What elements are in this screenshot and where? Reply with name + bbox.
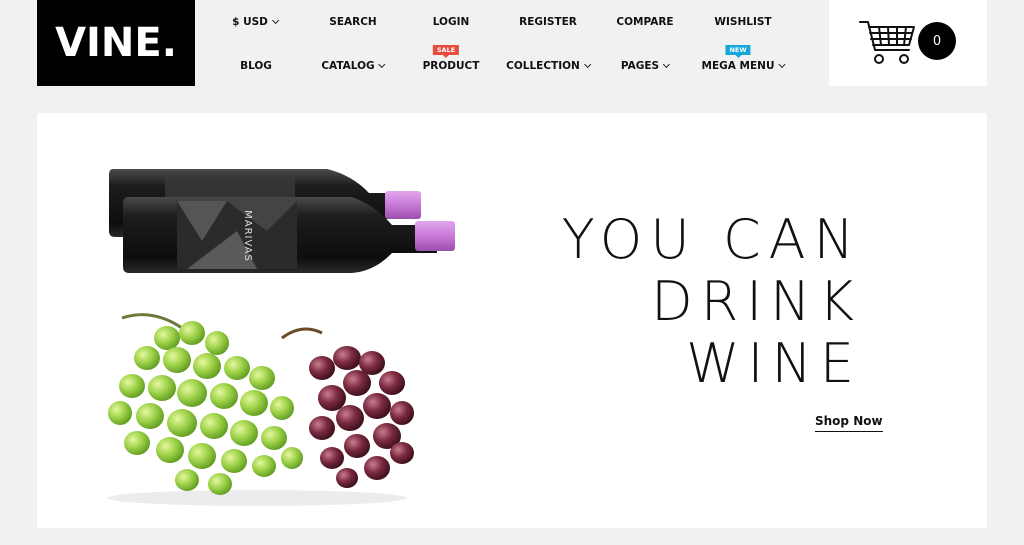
compare-label: COMPARE [616,16,674,28]
bottle-label-text: MARIVAS [242,210,253,262]
chevron-down-icon [583,60,591,69]
currency-selector[interactable]: $ USD [232,16,279,28]
compare-link[interactable]: COMPARE [616,16,673,28]
logo-text: VINE. [55,20,177,66]
chevron-down-icon [663,60,671,69]
nav-blog[interactable]: BLOG [240,60,272,72]
wine-bottles-image: MARIVAS [109,169,455,273]
product-label: PRODUCT [422,60,480,72]
nav-collection[interactable]: COLLECTION [506,60,591,72]
collection-label: COLLECTION [506,60,580,72]
search-label: SEARCH [329,16,377,28]
shop-now-button[interactable]: Shop Now [815,414,883,432]
wishlist-label: WISHLIST [714,16,772,28]
mega-menu-label: MEGA MENU [701,60,775,72]
chevron-down-icon [271,16,279,25]
nav-product[interactable]: PRODUCT [423,60,480,72]
pages-label: PAGES [620,60,660,72]
nav-mega-menu[interactable]: MEGA MENU [701,60,786,72]
hero-headline: YOU CAN DRINK WINE [562,209,862,395]
register-label: REGISTER [519,16,577,28]
store-logo[interactable]: VINE. [37,0,195,86]
currency-label: $ USD [232,16,268,28]
cart-button[interactable]: 0 [829,0,987,86]
chevron-down-icon [378,60,386,69]
blog-label: BLOG [240,60,272,72]
headline-line-1: YOU CAN [561,208,862,271]
chevron-down-icon [778,60,786,69]
catalog-label: CATALOG [321,60,375,72]
search-link[interactable]: SEARCH [329,16,376,28]
register-link[interactable]: REGISTER [519,16,577,28]
sale-badge: SALE [432,45,460,58]
shopping-cart-icon [859,21,915,64]
headline-line-2: DRINK [651,270,862,333]
nav-pages[interactable]: PAGES [620,60,671,72]
wishlist-link[interactable]: WISHLIST [714,16,771,28]
hero-banner: MARIVAS YOU CAN DRINK WINE Shop Now [37,113,987,528]
login-link[interactable]: LOGIN [433,16,470,28]
cart-count-badge: 0 [918,22,956,60]
nav-catalog[interactable]: CATALOG [321,60,386,72]
login-label: LOGIN [432,16,470,28]
headline-line-3: WINE [686,332,862,395]
new-badge: NEW [725,45,751,58]
grapes-image [107,313,414,506]
